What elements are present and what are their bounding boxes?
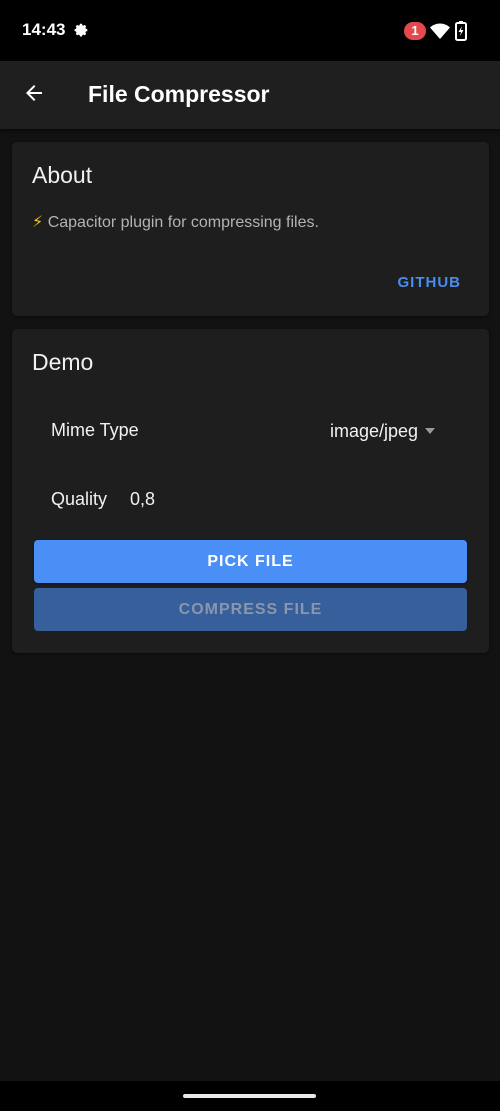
mime-type-select[interactable]: image/jpeg <box>330 417 460 445</box>
gesture-handle[interactable] <box>183 1094 316 1098</box>
notification-badge: 1 <box>404 22 426 40</box>
lightning-icon: ⚡ <box>32 214 44 231</box>
pick-file-button[interactable]: PICK FILE <box>34 540 467 583</box>
status-time: 14:43 <box>22 20 66 39</box>
about-card: About ⚡ Capacitor plugin for compressing… <box>12 142 489 316</box>
quality-label: Quality <box>51 489 108 509</box>
status-bar: 14:43 1 <box>0 0 500 61</box>
page-title: File Compressor <box>88 81 270 107</box>
navigation-bar <box>0 1081 500 1111</box>
github-link[interactable]: GITHUB <box>398 274 462 291</box>
app-toolbar: File Compressor <box>0 61 500 129</box>
gear-icon <box>72 21 90 39</box>
arrow-left-icon <box>22 81 46 110</box>
demo-title: Demo <box>32 349 94 375</box>
back-button[interactable] <box>14 75 54 115</box>
caret-down-icon <box>425 428 436 434</box>
about-description: ⚡ Capacitor plugin for compressing files… <box>32 212 319 232</box>
about-title: About <box>32 162 93 188</box>
about-description-text: Capacitor plugin for compressing files. <box>47 214 319 231</box>
mime-type-label: Mime Type <box>51 420 139 440</box>
demo-card: Demo Mime Type image/jpeg Quality 0,8 PI… <box>12 329 489 653</box>
compress-file-button[interactable]: COMPRESS FILE <box>34 588 467 631</box>
wifi-icon <box>430 22 450 40</box>
quality-input[interactable]: 0,8 <box>130 489 155 510</box>
battery-icon <box>455 21 467 41</box>
mime-type-value: image/jpeg <box>330 420 419 441</box>
